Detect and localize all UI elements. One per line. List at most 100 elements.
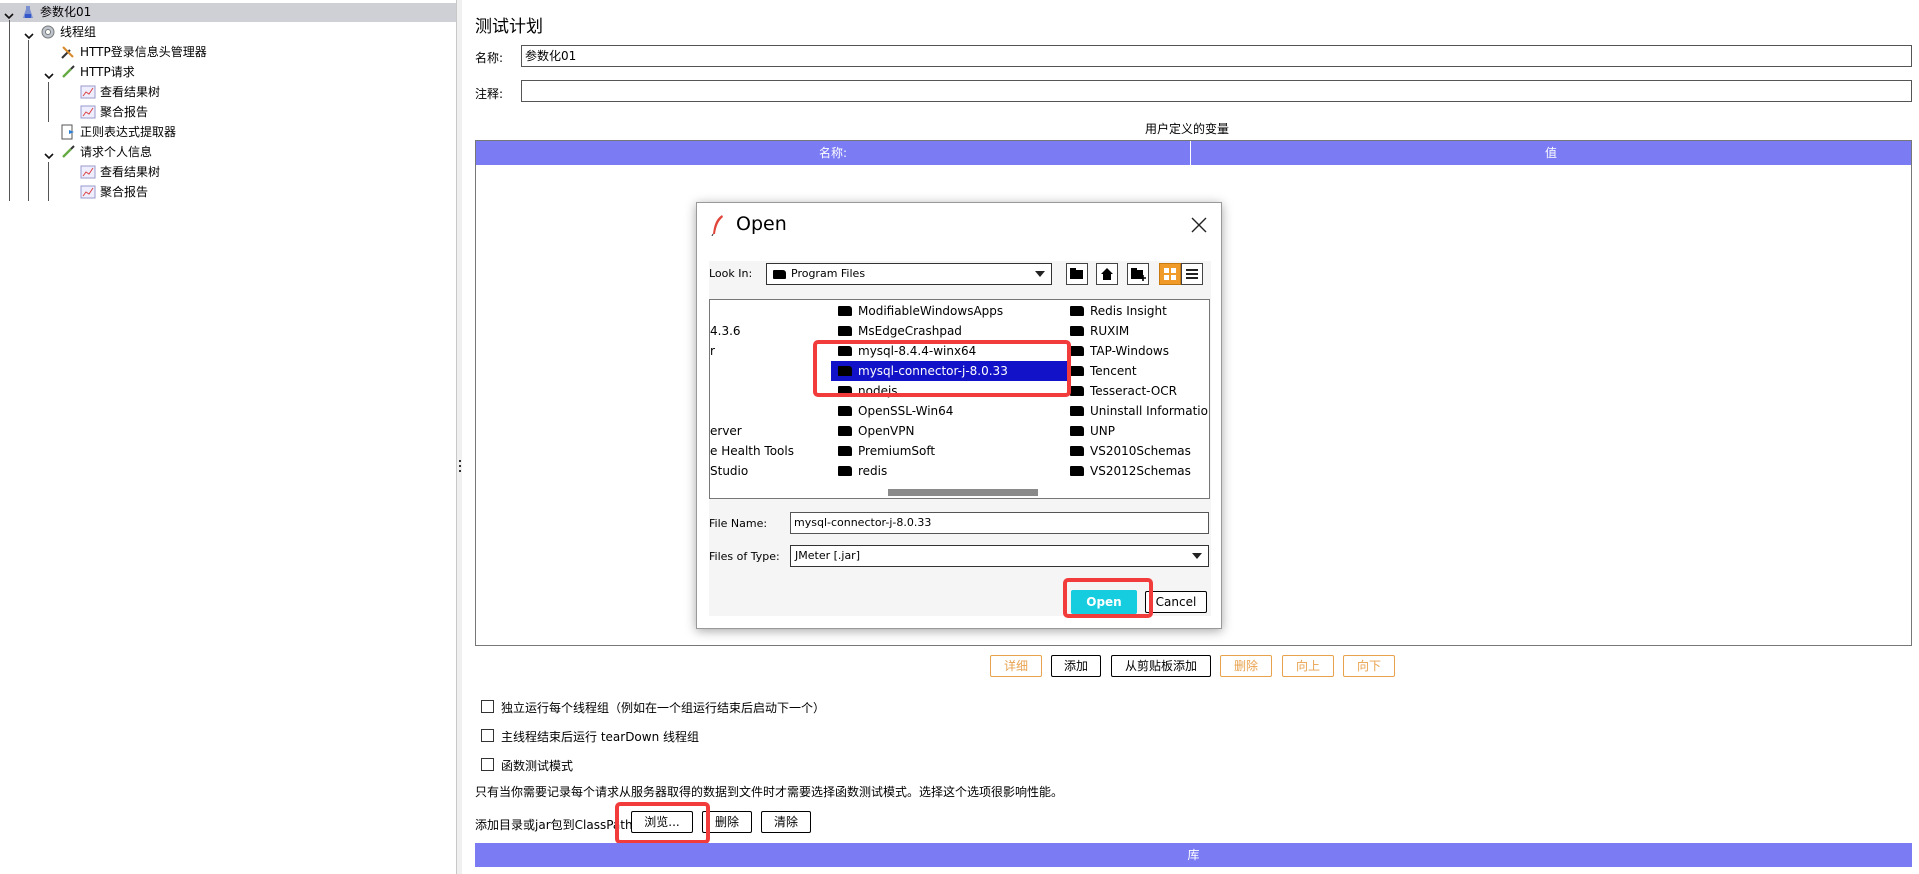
file-item[interactable]: r [710,341,715,361]
file-item[interactable]: Studio [710,461,748,481]
home-button[interactable] [1096,263,1118,285]
file-item-label: 4.3.6 [710,324,741,338]
add-from-clipboard-button[interactable]: 从剪贴板添加 [1111,655,1211,677]
library-header[interactable]: 库 [475,843,1912,867]
move-down-button[interactable]: 向下 [1343,655,1395,677]
grid-view-icon [1164,268,1176,280]
file-item[interactable]: Tencent [1070,361,1137,381]
file-item-label: Redis Insight [1090,304,1167,318]
chevron-down-icon [1192,553,1202,559]
file-item[interactable]: redis [838,461,887,481]
file-item[interactable]: Redis Insight [1070,301,1167,321]
teardown-label: 主线程结束后运行 tearDown 线程组 [501,730,700,744]
detail-button[interactable]: 详细 [990,655,1042,677]
classpath-clear-button[interactable]: 清除 [761,811,811,833]
folder-icon [838,446,852,456]
horizontal-scrollbar-thumb[interactable] [888,489,1038,496]
teardown-checkbox[interactable] [481,729,494,742]
new-folder-button[interactable] [1127,263,1149,285]
home-icon [1101,268,1113,280]
file-item[interactable]: VS2012Schemas [1070,461,1191,481]
run-groups-serially-checkbox[interactable] [481,700,494,713]
file-item-label: redis [858,464,888,478]
file-item-label: ModifiableWindowsApps [858,304,1004,318]
up-folder-button[interactable] [1066,263,1088,285]
file-item[interactable]: TAP-Windows [1070,341,1169,361]
chevron-down-icon[interactable] [44,147,54,160]
feather-icon [711,215,723,236]
run-groups-serially-label: 独立运行每个线程组（例如在一个组运行结束后启动下一个） [501,701,826,715]
name-label: 名称: [475,51,504,65]
extractor-icon [60,124,76,140]
column-header-value[interactable]: 值 [1191,141,1911,165]
grip-dot [459,470,461,472]
file-item[interactable]: VS2010Schemas [1070,441,1191,461]
folder-icon [1070,386,1084,396]
tree-item[interactable]: 查看结果树 [0,162,456,182]
file-item[interactable]: ModifiableWindowsApps [838,301,1003,321]
tree-item[interactable]: HTTP请求 [0,62,456,82]
file-item[interactable]: OpenSSL-Win64 [838,401,953,421]
folder-icon [838,326,852,336]
cancel-button[interactable]: Cancel [1145,591,1207,613]
folder-icon [1070,406,1084,416]
tree-item[interactable]: 线程组 [0,22,456,42]
file-list[interactable]: 4.3.6 r erver e Health Tools Studio Modifia… [709,299,1210,499]
file-item[interactable]: OpenVPN [838,421,914,441]
tree-item[interactable]: 查看结果树 [0,82,456,102]
file-item[interactable]: 4.3.6 [710,321,741,341]
functional-mode-note: 只有当你需要记录每个请求从服务器取得的数据到文件时才需要选择函数测试模式。选择这… [475,785,1064,799]
file-item[interactable]: UNP [1070,421,1115,441]
chevron-down-icon[interactable] [4,7,14,20]
pipette-icon [60,64,76,80]
file-item-label: Studio [710,464,749,478]
folder-icon [838,406,852,416]
tree-item-label: 聚合报告 [100,105,149,119]
tree-item[interactable]: 聚合报告 [0,182,456,202]
look-in-select[interactable]: Program Files [766,263,1052,285]
tree-item[interactable]: 聚合报告 [0,102,456,122]
comment-input[interactable] [521,80,1912,102]
chevron-down-icon[interactable] [44,67,54,80]
file-item[interactable]: Uninstall Information [1070,401,1209,421]
test-plan-tree[interactable]: 参数化01 线程组 HTTP登录信息头管理器 HTTP请求 查看结果树 聚合报告 正则表达式… [0,0,456,874]
file-item[interactable]: RUXIM [1070,321,1129,341]
name-input[interactable]: 参数化01 [521,45,1912,67]
tree-item[interactable]: HTTP登录信息头管理器 [0,42,456,62]
move-up-button[interactable]: 向上 [1282,655,1334,677]
tree-item-label: 查看结果树 [100,85,161,99]
pipette-icon [60,144,76,160]
functional-mode-checkbox[interactable] [481,758,494,771]
details-view-button[interactable] [1181,263,1203,285]
delete-button[interactable]: 删除 [1220,655,1272,677]
file-item-label: e Health Tools [710,444,794,458]
file-type-select[interactable]: JMeter [.jar] [790,545,1209,567]
selected-file-highlight-box [813,340,1071,397]
file-name-input[interactable]: mysql-connector-j-8.0.33 [790,512,1209,534]
file-item[interactable]: MsEdgeCrashpad [838,321,962,341]
folder-icon [1070,366,1084,376]
folder-icon [1070,446,1084,456]
add-button[interactable]: 添加 [1051,655,1101,677]
file-item-label: OpenVPN [858,424,915,438]
file-item[interactable]: erver [710,421,742,441]
list-view-button[interactable] [1159,263,1181,285]
file-item[interactable]: e Health Tools [710,441,794,461]
tree-item[interactable]: 请求个人信息 [0,142,456,162]
wrench-icon [60,44,76,60]
tree-item-label: 聚合报告 [100,185,149,199]
classpath-label: 添加目录或jar包到ClassPath [475,818,633,832]
file-item[interactable]: PremiumSoft [838,441,935,461]
file-item-label: MsEdgeCrashpad [858,324,962,338]
chart-icon [80,84,96,100]
file-item[interactable]: Tesseract-OCR [1070,381,1177,401]
grip-dot [459,460,461,462]
tree-item[interactable]: 正则表达式提取器 [0,122,456,142]
tree-item-label: 请求个人信息 [80,145,153,159]
page-title: 测试计划 [475,17,543,37]
chevron-down-icon[interactable] [24,27,34,40]
tree-item-label: 参数化01 [40,5,92,19]
tree-item[interactable]: 参数化01 [0,2,456,22]
close-icon[interactable] [1189,215,1209,235]
column-header-name[interactable]: 名称: [476,141,1191,165]
